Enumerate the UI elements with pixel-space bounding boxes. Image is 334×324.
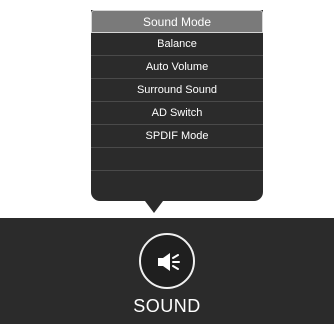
sound-menu: Sound Mode Balance Auto Volume Surround …: [91, 10, 263, 201]
menu-item-balance[interactable]: Balance: [91, 33, 263, 56]
menu-item-auto-volume[interactable]: Auto Volume: [91, 56, 263, 79]
menu-item-surround-sound[interactable]: Surround Sound: [91, 79, 263, 102]
menu-item-spdif-mode[interactable]: SPDIF Mode: [91, 125, 263, 148]
menu-item-empty: [91, 171, 263, 194]
menu-item-ad-switch[interactable]: AD Switch: [91, 102, 263, 125]
menu-item-sound-mode[interactable]: Sound Mode: [91, 10, 263, 33]
menu-item-empty: [91, 148, 263, 171]
sound-label: SOUND: [133, 296, 201, 316]
sound-menu-button[interactable]: [139, 233, 195, 289]
bottom-menu-bar: SOUND: [0, 218, 334, 324]
speaker-icon: [158, 253, 180, 271]
menu-pointer-arrow: [145, 201, 163, 213]
